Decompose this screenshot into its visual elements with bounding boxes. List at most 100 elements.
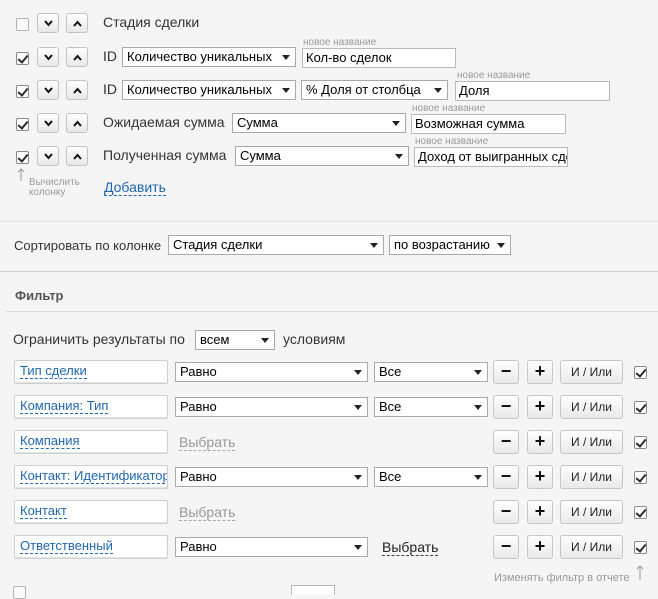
move-up-button[interactable] [66, 80, 88, 100]
choose-link[interactable]: Выбрать [179, 504, 236, 521]
filter-checkbox[interactable] [634, 436, 647, 449]
move-down-button[interactable] [37, 113, 59, 133]
move-up-button[interactable] [66, 113, 88, 133]
filter-checkbox[interactable] [634, 366, 647, 379]
add-condition-button[interactable]: + [527, 360, 553, 384]
add-column-link[interactable]: Добавить [104, 179, 166, 196]
and-or-button[interactable]: И / Или [560, 360, 623, 384]
filter-checkbox[interactable] [634, 471, 647, 484]
sort-order-value: по возрастанию [394, 237, 490, 252]
aggregate-select[interactable]: Сумма [235, 146, 409, 166]
limit-select[interactable]: всем [195, 330, 275, 350]
column-name-input[interactable]: Кол-во сделок [302, 48, 456, 68]
column-checkbox[interactable] [16, 52, 29, 65]
caret-down-icon [395, 154, 403, 159]
and-or-button[interactable]: И / Или [560, 395, 623, 419]
remove-condition-button[interactable]: − [493, 395, 519, 419]
caret-down-icon [497, 243, 505, 248]
divider [0, 221, 658, 222]
column-checkbox[interactable] [16, 18, 29, 31]
and-or-button[interactable]: И / Или [560, 465, 623, 489]
filter-checkbox[interactable] [634, 541, 647, 554]
and-or-button[interactable]: И / Или [560, 430, 623, 454]
column-label: Стадия сделки [103, 14, 200, 30]
choose-link[interactable]: Выбрать [382, 539, 439, 556]
remove-condition-button[interactable]: − [493, 465, 519, 489]
column-label: ID [103, 48, 117, 64]
and-or-button[interactable]: И / Или [560, 500, 623, 524]
value-select[interactable]: Все [374, 362, 488, 382]
remove-condition-button[interactable]: − [493, 500, 519, 524]
add-condition-button[interactable]: + [527, 535, 553, 559]
arrow-up-icon [17, 168, 25, 181]
operator-select[interactable]: Равно [175, 397, 368, 417]
choose-link[interactable]: Выбрать [179, 434, 236, 451]
value-select[interactable]: Все [374, 467, 488, 487]
operator-select[interactable]: Равно [175, 362, 368, 382]
filter-field[interactable]: Компания: Тип [14, 395, 168, 419]
move-down-button[interactable] [37, 146, 59, 166]
percent-select[interactable]: % Доля от столбца [301, 80, 448, 100]
column-name-input[interactable]: Доход от выигранных сделок [414, 147, 568, 167]
sort-order-select[interactable]: по возрастанию [389, 235, 511, 255]
caret-down-icon [282, 55, 290, 60]
add-condition-button[interactable]: + [527, 395, 553, 419]
column-checkbox[interactable] [16, 85, 29, 98]
caret-down-icon [474, 405, 482, 410]
divider [6, 311, 658, 312]
filter-checkbox[interactable] [634, 401, 647, 414]
bottom-checkbox[interactable] [13, 586, 26, 599]
move-down-button[interactable] [37, 80, 59, 100]
aggregate-select[interactable]: Количество уникальных [122, 47, 296, 67]
column-checkbox[interactable] [16, 151, 29, 164]
limit-value: всем [200, 332, 230, 347]
operator-select[interactable]: Равно [175, 537, 368, 557]
aggregate-value: Количество уникальных [127, 82, 272, 97]
add-condition-button[interactable]: + [527, 430, 553, 454]
caret-down-icon [354, 475, 362, 480]
sort-column-select[interactable]: Стадия сделки [168, 235, 384, 255]
caret-down-icon [474, 475, 482, 480]
bottom-input[interactable] [291, 585, 335, 595]
column-checkbox[interactable] [16, 118, 29, 131]
remove-condition-button[interactable]: − [493, 535, 519, 559]
caret-down-icon [261, 338, 269, 343]
aggregate-value: Сумма [237, 115, 278, 130]
move-down-button[interactable] [37, 13, 59, 33]
add-column-link-label: Добавить [104, 179, 166, 196]
filter-field[interactable]: Контакт [14, 500, 168, 524]
caret-down-icon [354, 405, 362, 410]
operator-value: Равно [180, 364, 217, 379]
add-condition-button[interactable]: + [527, 500, 553, 524]
percent-value: % Доля от столбца [306, 82, 421, 97]
value-value: Все [379, 469, 402, 484]
operator-select[interactable]: Равно [175, 467, 368, 487]
filter-field[interactable]: Компания [14, 430, 168, 454]
move-up-button[interactable] [66, 146, 88, 166]
aggregate-select[interactable]: Сумма [232, 113, 406, 133]
filter-field[interactable]: Ответственный [14, 535, 168, 559]
and-or-button[interactable]: И / Или [560, 535, 623, 559]
move-up-button[interactable] [66, 13, 88, 33]
arrow-up-icon [636, 565, 644, 580]
move-up-button[interactable] [66, 47, 88, 67]
value-select[interactable]: Все [374, 397, 488, 417]
caret-down-icon [354, 370, 362, 375]
filter-field-label: Компания [20, 433, 80, 449]
filter-field-label: Компания: Тип [20, 398, 109, 414]
chevron-up-icon [73, 120, 82, 127]
new-name-hint: новое название [457, 70, 531, 81]
filter-field[interactable]: Тип сделки [14, 360, 168, 384]
new-name-hint: новое название [415, 136, 489, 147]
calc-column-hint: колонку [29, 187, 66, 198]
filter-field[interactable]: Контакт: Идентификатор [14, 465, 168, 489]
add-condition-button[interactable]: + [527, 465, 553, 489]
remove-condition-button[interactable]: − [493, 360, 519, 384]
column-name-input[interactable]: Доля [455, 81, 610, 101]
move-down-button[interactable] [37, 47, 59, 67]
column-name-input[interactable]: Возможная сумма [411, 114, 566, 134]
limit-label: Ограничить результаты по [13, 331, 185, 347]
remove-condition-button[interactable]: − [493, 430, 519, 454]
filter-checkbox[interactable] [634, 506, 647, 519]
aggregate-select[interactable]: Количество уникальных [122, 80, 296, 100]
